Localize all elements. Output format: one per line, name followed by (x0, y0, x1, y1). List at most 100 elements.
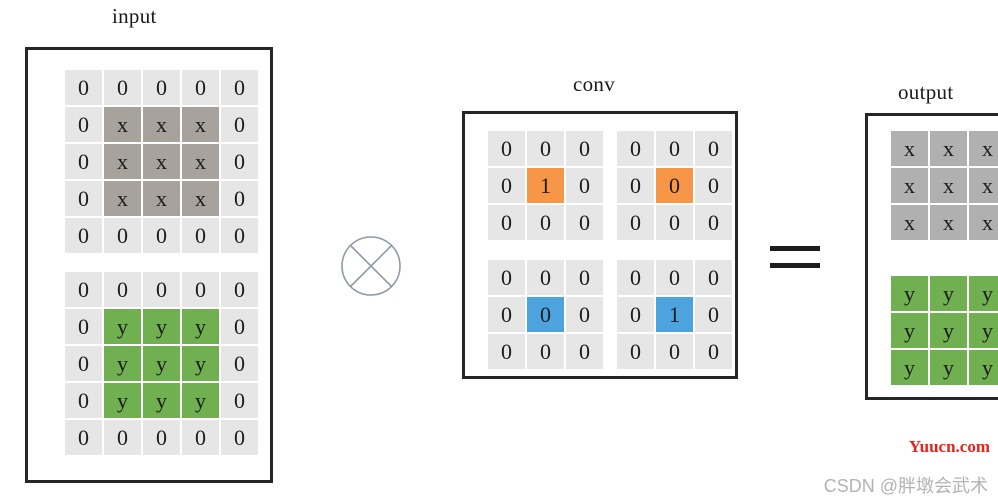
equals-bar-top (770, 246, 820, 251)
input-title: input (112, 4, 157, 28)
cell-zero: 0 (566, 334, 603, 369)
cell-y: y (891, 350, 928, 385)
cell-y: y (143, 309, 180, 344)
cell-zero: 0 (617, 260, 654, 295)
cell-x: x (930, 168, 967, 203)
cell-zero: 0 (527, 260, 564, 295)
cell-highlight-orange: 0 (656, 168, 693, 203)
conv-panel-box: 000010000 000000000 000000000 000010000 (462, 111, 738, 379)
cell-zero: 0 (65, 309, 102, 344)
cell-y: y (969, 350, 998, 385)
cell-x: x (969, 168, 998, 203)
cell-zero: 0 (566, 168, 603, 203)
cell-y: y (969, 276, 998, 311)
cell-zero: 0 (65, 420, 102, 455)
input-grid-channel-x: 000000xxx00xxx00xxx000000 (65, 70, 258, 253)
cell-x: x (930, 205, 967, 240)
cell-zero: 0 (656, 205, 693, 240)
cell-x: x (182, 107, 219, 142)
cell-zero: 0 (221, 70, 258, 105)
cell-zero: 0 (488, 131, 525, 166)
cell-zero: 0 (65, 107, 102, 142)
cell-x: x (182, 144, 219, 179)
cell-zero: 0 (566, 260, 603, 295)
cell-zero: 0 (221, 218, 258, 253)
cell-zero: 0 (65, 272, 102, 307)
cell-zero: 0 (617, 205, 654, 240)
cell-zero: 0 (617, 297, 654, 332)
cell-zero: 0 (617, 334, 654, 369)
cell-highlight-orange: 1 (527, 168, 564, 203)
cell-x: x (969, 205, 998, 240)
circle-times-operator-icon (339, 234, 403, 298)
cell-zero: 0 (104, 272, 141, 307)
cell-zero: 0 (695, 297, 732, 332)
cell-x: x (104, 144, 141, 179)
cell-zero: 0 (221, 144, 258, 179)
cell-zero: 0 (617, 131, 654, 166)
cell-zero: 0 (182, 70, 219, 105)
cell-x: x (891, 131, 928, 166)
cell-x: x (104, 181, 141, 216)
cell-highlight-blue: 1 (656, 297, 693, 332)
cell-x: x (182, 181, 219, 216)
cell-zero: 0 (617, 168, 654, 203)
output-grid-channel-y: yyyyyyyyy (891, 276, 998, 385)
cell-zero: 0 (143, 70, 180, 105)
conv-kernel-top-left: 000010000 (488, 131, 603, 240)
cell-zero: 0 (488, 334, 525, 369)
cell-zero: 0 (566, 131, 603, 166)
cell-zero: 0 (695, 131, 732, 166)
cell-x: x (969, 131, 998, 166)
input-panel-box: 000000xxx00xxx00xxx000000 000000yyy00yyy… (25, 47, 273, 483)
cell-zero: 0 (104, 420, 141, 455)
cell-zero: 0 (695, 168, 732, 203)
cell-zero: 0 (656, 334, 693, 369)
cell-zero: 0 (65, 383, 102, 418)
conv-title: conv (573, 72, 616, 96)
cell-zero: 0 (143, 420, 180, 455)
input-grid-channel-y: 000000yyy00yyy00yyy000000 (65, 272, 258, 455)
cell-zero: 0 (566, 205, 603, 240)
cell-zero: 0 (221, 383, 258, 418)
cell-zero: 0 (221, 272, 258, 307)
cell-y: y (143, 383, 180, 418)
cell-zero: 0 (182, 420, 219, 455)
conv-kernel-bottom-left: 000000000 (488, 260, 603, 369)
cell-zero: 0 (527, 131, 564, 166)
cell-x: x (891, 205, 928, 240)
cell-x: x (143, 107, 180, 142)
cell-zero: 0 (488, 260, 525, 295)
cell-y: y (969, 313, 998, 348)
equals-sign-icon (770, 240, 820, 276)
cell-zero: 0 (221, 107, 258, 142)
cell-zero: 0 (104, 218, 141, 253)
cell-y: y (182, 346, 219, 381)
cell-zero: 0 (566, 297, 603, 332)
cell-zero: 0 (182, 272, 219, 307)
cell-highlight-blue: 0 (527, 297, 564, 332)
cell-zero: 0 (65, 144, 102, 179)
cell-x: x (143, 181, 180, 216)
cell-zero: 0 (65, 346, 102, 381)
equals-bar-bottom (770, 263, 820, 268)
cell-zero: 0 (695, 260, 732, 295)
cell-zero: 0 (65, 70, 102, 105)
cell-zero: 0 (221, 420, 258, 455)
cell-x: x (104, 107, 141, 142)
cell-y: y (104, 383, 141, 418)
cell-zero: 0 (143, 218, 180, 253)
cell-zero: 0 (656, 260, 693, 295)
watermark-secondary: CSDN @胖墩会武术 (823, 476, 988, 496)
cell-zero: 0 (695, 334, 732, 369)
cell-zero: 0 (488, 297, 525, 332)
cell-zero: 0 (221, 181, 258, 216)
cell-zero: 0 (65, 218, 102, 253)
cell-y: y (143, 346, 180, 381)
cell-zero: 0 (488, 205, 525, 240)
cell-y: y (891, 313, 928, 348)
conv-kernel-bottom-right: 000010000 (617, 260, 732, 369)
cell-x: x (891, 168, 928, 203)
output-panel-box: xxxxxxxxx yyyyyyyyy (865, 113, 998, 400)
watermark-primary: Yuucn.com (908, 437, 990, 456)
